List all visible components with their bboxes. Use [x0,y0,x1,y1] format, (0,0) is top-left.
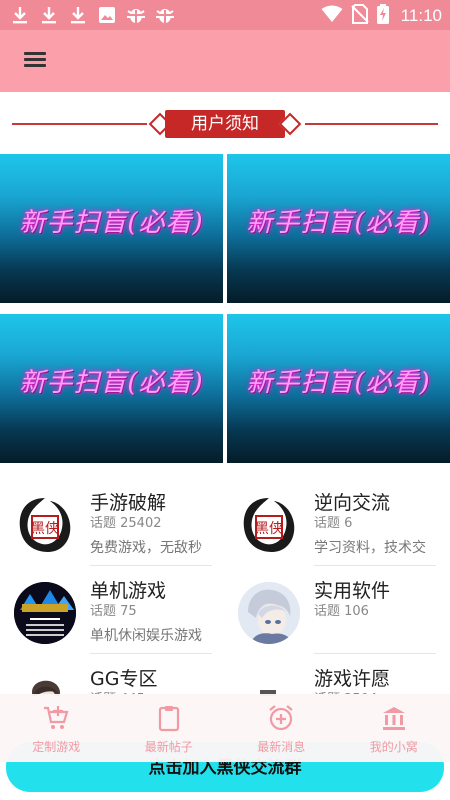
bottom-nav: 定制游戏 最新帖子 最新消息 我的小窝 [0,694,450,762]
forum-name: 实用软件 [314,580,391,602]
nav-label: 我的小窝 [369,740,418,754]
divider-line [305,123,438,125]
menu-icon[interactable] [22,49,52,73]
image-icon [97,4,117,26]
download-icon [10,4,30,26]
beginner-guide-banner[interactable]: 新手扫盲(必看) [0,154,223,303]
bug-icon [126,4,146,26]
forum-list: 黑侠 手游破解 话题 25402 免费游戏，无敌秒 黑侠 逆向交流 话题 6 学… [0,466,450,696]
bug-icon [155,4,175,26]
bank-icon [380,704,408,732]
svg-text:黑侠: 黑侠 [31,521,59,537]
clock: 11:10 [400,6,442,25]
user-notice-label[interactable]: 用户须知 [165,110,285,138]
beginner-guide-banner[interactable]: 新手扫盲(必看) [227,314,450,463]
banner-text: 新手扫盲(必看) [19,208,204,238]
nav-label: 最新帖子 [144,740,193,754]
alarm-add-icon [267,704,295,732]
nav-latest-posts[interactable]: 最新帖子 [113,694,226,762]
notification-icons [10,4,175,26]
forum-topic-count: 话题 75 [90,604,137,619]
banner-text: 新手扫盲(必看) [246,208,431,238]
anime-avatar [238,582,300,644]
ink-logo-avatar: 黑侠 [238,494,300,556]
nav-my-home[interactable]: 我的小窝 [338,694,450,762]
banner-text: 新手扫盲(必看) [246,368,431,398]
download-icon [68,4,88,26]
forum-name: 游戏许愿 [314,668,391,690]
user-notice-header: 用户须知 [0,92,450,154]
nav-label: 最新消息 [257,740,306,754]
small-logo-avatar [238,670,300,696]
system-icons: 11:10 [321,4,442,28]
forum-item[interactable]: 实用软件 话题 106 [224,564,436,654]
forum-name: 单机游戏 [90,580,167,602]
forum-item[interactable]: 单机游戏 话题 75 单机休闲娱乐游戏 [0,564,212,654]
forum-topic-count: 话题 106 [314,604,369,619]
wifi-icon [321,5,343,27]
banner-grid: 新手扫盲(必看) 新手扫盲(必看) 新手扫盲(必看) 新手扫盲(必看) [0,154,450,466]
banner-text: 新手扫盲(必看) [19,368,204,398]
beginner-guide-banner[interactable]: 新手扫盲(必看) [0,314,223,463]
forum-item[interactable]: 黑侠 逆向交流 话题 6 学习资料，技术交 [224,476,436,566]
divider-line [12,123,147,125]
download-icon [39,4,59,26]
forum-description: 免费游戏，无敌秒 [90,540,202,556]
forum-item[interactable]: 游戏许愿 话题 2504 [224,652,436,696]
nav-label: 定制游戏 [32,740,81,754]
forum-name: 逆向交流 [314,492,391,514]
forum-description: 单机休闲娱乐游戏 [90,628,202,644]
forum-topic-count: 话题 25402 [90,516,162,531]
forum-description: 学习资料，技术交 [314,540,426,556]
beginner-guide-banner[interactable]: 新手扫盲(必看) [227,154,450,303]
ink-logo-avatar: 黑侠 [14,494,76,556]
forum-name: 手游破解 [90,492,167,514]
forum-item[interactable]: 黑侠 手游破解 话题 25402 免费游戏，无敌秒 [0,476,212,566]
battery-charging-icon [376,4,389,28]
no-sim-icon [351,4,369,28]
nav-custom-games[interactable]: 定制游戏 [0,694,113,762]
nav-latest-messages[interactable]: 最新消息 [225,694,338,762]
retro-game-avatar [14,582,76,644]
svg-text:黑侠: 黑侠 [255,521,283,537]
clipboard-icon [155,704,183,732]
cart-plus-icon [42,704,70,732]
character-avatar [14,670,76,696]
forum-name: GG专区 [90,668,158,690]
forum-item[interactable]: GG专区 话题 445 [0,652,212,696]
app-bar [0,30,450,92]
status-bar: 11:10 [0,0,450,30]
forum-topic-count: 话题 6 [314,516,353,531]
